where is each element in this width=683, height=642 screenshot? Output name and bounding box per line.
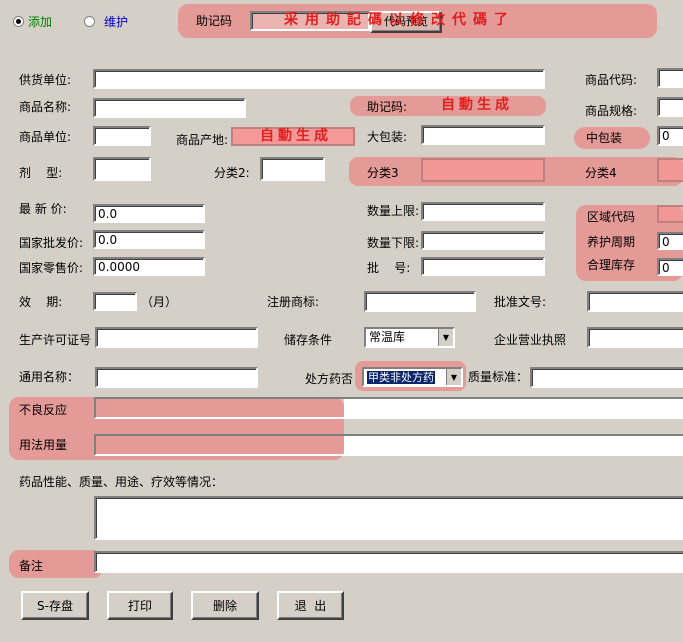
mnemonic-label: 助记码: xyxy=(367,100,408,114)
dosage-input[interactable] xyxy=(93,157,151,181)
maint-period-label: 养护周期 xyxy=(587,235,636,249)
approval-no-input[interactable] xyxy=(587,291,683,312)
qty-upper-label: 数量上限: xyxy=(367,204,420,218)
supplier-label: 供货单位: xyxy=(19,73,72,87)
top-code-label: 助记码 xyxy=(196,14,233,28)
prescription-select-value: 甲类非处方药 xyxy=(367,371,435,384)
generic-name-input[interactable] xyxy=(95,367,258,388)
add-radio[interactable] xyxy=(13,16,24,27)
save-button[interactable]: S-存盘 xyxy=(21,591,89,620)
spec-label: 商品规格: xyxy=(585,104,638,118)
cat3-label: 分类3 xyxy=(367,166,399,180)
month-unit-label: （月） xyxy=(141,295,178,309)
region-code-input[interactable] xyxy=(657,205,683,223)
qty-lower-input[interactable] xyxy=(421,231,545,250)
license-input[interactable] xyxy=(95,327,258,348)
adverse-label: 不良反应 xyxy=(19,403,68,417)
retail-price-input[interactable]: 0.0000 xyxy=(93,257,205,276)
unit-label: 商品单位: xyxy=(19,130,72,144)
usage-label: 用法用量 xyxy=(19,438,68,452)
remark-input[interactable] xyxy=(94,551,683,573)
wholesale-price-label: 国家批发价: xyxy=(19,236,84,250)
qty-lower-label: 数量下限: xyxy=(367,236,420,250)
usage-input-fill-right xyxy=(344,436,683,454)
cat2-label: 分类2: xyxy=(214,166,250,180)
quality-std-label: 质量标准： xyxy=(468,370,529,384)
supplier-input[interactable] xyxy=(93,69,545,89)
mnemonic-auto-stamp: 自動生成 xyxy=(441,97,513,113)
trademark-label: 注册商标: xyxy=(267,295,320,309)
print-button[interactable]: 打印 xyxy=(107,591,173,620)
storage-select[interactable]: 常温库 ▼ xyxy=(364,327,455,348)
quality-std-input[interactable] xyxy=(530,367,683,388)
approval-no-label: 批准文号: xyxy=(494,295,547,309)
delete-button[interactable]: 删除 xyxy=(191,591,259,620)
mid-pack-input[interactable]: 0 xyxy=(657,126,683,146)
maintain-radio-label: 维护 xyxy=(104,15,129,29)
cat4-input[interactable] xyxy=(657,158,683,182)
cat3-input[interactable] xyxy=(421,158,545,182)
big-pack-input[interactable] xyxy=(421,125,545,145)
trademark-input[interactable] xyxy=(364,291,476,312)
origin-label: 商品产地: xyxy=(176,133,229,147)
region-code-label: 区域代码 xyxy=(587,210,636,224)
prescription-select[interactable]: 甲类非处方药 ▼ xyxy=(362,367,463,387)
business-license-label: 企业营业执照 xyxy=(494,333,567,347)
add-radio-label: 添加 xyxy=(28,15,53,29)
license-label: 生产许可证号 xyxy=(19,333,92,347)
batch-no-label: 批 号: xyxy=(367,261,411,275)
product-code-input[interactable] xyxy=(657,68,683,88)
storage-select-value: 常温库 xyxy=(369,330,406,344)
storage-label: 储存条件 xyxy=(284,333,333,347)
top-note: 采用助記碼以修改代碼了 xyxy=(284,12,515,28)
origin-auto-stamp: 自動生成 xyxy=(260,128,332,144)
maintain-radio[interactable] xyxy=(84,16,95,27)
validity-label: 效 期: xyxy=(19,295,63,309)
dosage-label: 剂 型: xyxy=(19,166,63,180)
mid-pack-label: 中包装 xyxy=(586,131,623,145)
batch-no-input[interactable] xyxy=(421,257,545,276)
spec-input[interactable] xyxy=(657,97,683,117)
prescription-label: 处方药否 xyxy=(305,372,354,386)
latest-price-label: 最 新 价: xyxy=(19,202,67,216)
description-textarea[interactable] xyxy=(94,496,683,540)
wholesale-price-input[interactable]: 0.0 xyxy=(93,230,205,249)
qty-upper-input[interactable] xyxy=(421,202,545,221)
business-license-input[interactable] xyxy=(587,327,683,348)
product-name-input[interactable] xyxy=(93,98,246,118)
validity-input[interactable] xyxy=(93,292,137,311)
reasonable-stock-input[interactable]: 0 xyxy=(657,258,683,276)
exit-button[interactable]: 退 出 xyxy=(277,591,344,620)
chevron-down-icon[interactable]: ▼ xyxy=(446,369,461,385)
retail-price-label: 国家零售价: xyxy=(19,261,84,275)
adverse-input-fill-right xyxy=(344,399,683,417)
latest-price-input[interactable]: 0.0 xyxy=(93,204,205,223)
remark-label: 备注 xyxy=(19,559,44,573)
unit-input[interactable] xyxy=(93,126,151,146)
cat2-input[interactable] xyxy=(260,157,325,181)
big-pack-label: 大包装: xyxy=(367,130,408,144)
chevron-down-icon[interactable]: ▼ xyxy=(438,329,453,346)
description-label: 药品性能、质量、用途、疗效等情况： xyxy=(19,475,224,489)
cat4-label: 分类4 xyxy=(585,166,617,180)
reasonable-stock-label: 合理库存 xyxy=(587,258,636,272)
radio-dot xyxy=(16,19,21,24)
maint-period-input[interactable]: 0 xyxy=(657,232,683,250)
product-name-label: 商品名称: xyxy=(19,100,72,114)
generic-name-label: 通用名称： xyxy=(19,370,80,384)
product-code-label: 商品代码: xyxy=(585,73,638,87)
